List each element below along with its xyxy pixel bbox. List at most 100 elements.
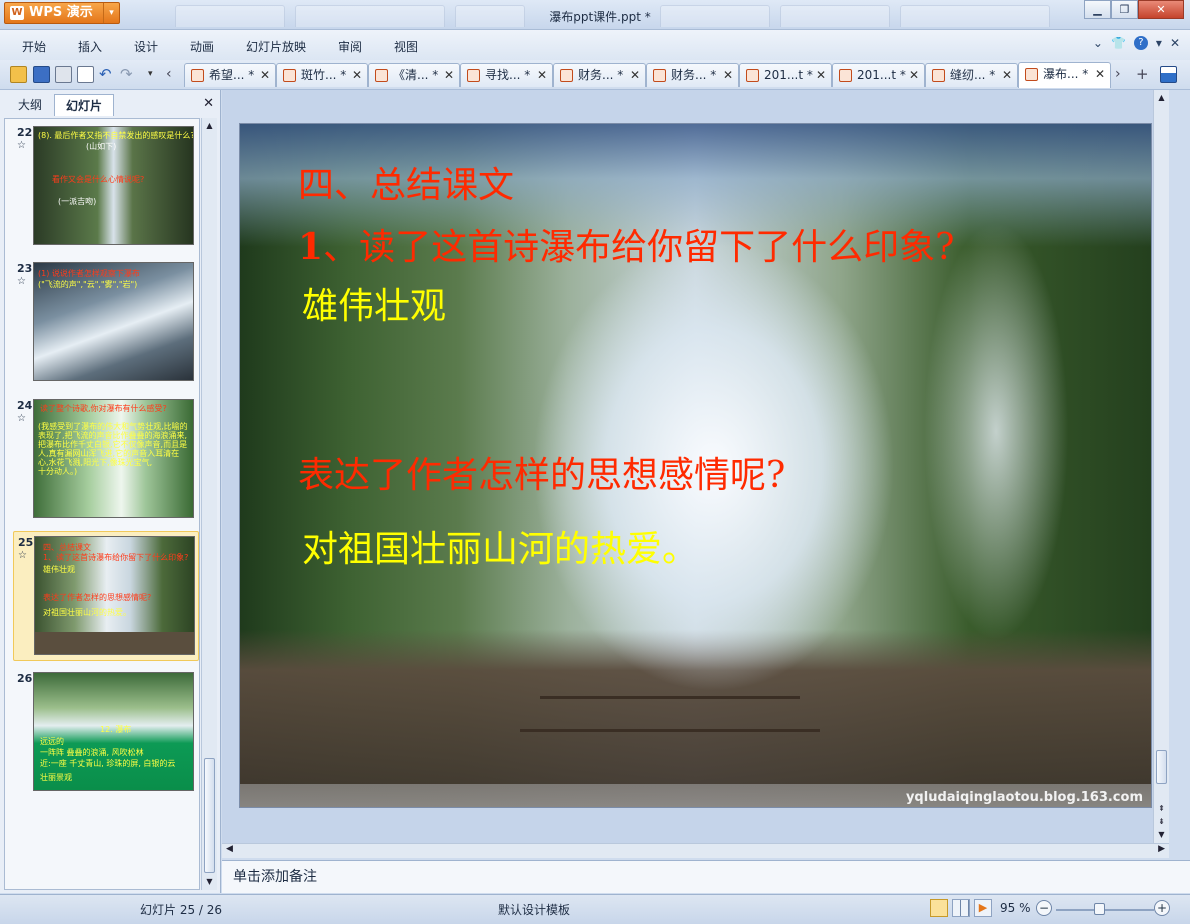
tab-scroll-right-icon[interactable]: › (1115, 66, 1132, 83)
doc-tab[interactable]: 201...t * ✕ (832, 63, 925, 87)
new-tab-icon[interactable]: + (1136, 66, 1153, 83)
doc-tab-active[interactable]: 瀑布... * ✕ (1018, 62, 1111, 88)
image-watermark: yqludaiqinglaotou.blog.163.com (905, 790, 1143, 805)
slide-scrollbar[interactable]: ▲ ⇞ ⇟ ▼ (1153, 90, 1169, 843)
slideshow-play-button[interactable]: ▶ (974, 899, 992, 917)
wps-logo-icon: W (10, 6, 24, 20)
open-folder-icon[interactable] (10, 66, 27, 83)
close-doc-icon[interactable]: ✕ (1170, 36, 1180, 50)
chevron-down-icon[interactable]: ▾ (1156, 36, 1162, 50)
ppt-file-icon (560, 69, 573, 82)
normal-view-button[interactable] (930, 899, 948, 917)
slide-heading: 四、总结课文 (298, 165, 515, 206)
background-taskbar-tab (295, 5, 445, 27)
redo-icon[interactable]: ↷ (120, 66, 137, 83)
close-panel-icon[interactable]: ✕ (203, 96, 214, 111)
skin-shirt-icon[interactable]: 👕 (1111, 36, 1126, 50)
close-tab-icon[interactable]: ✕ (444, 64, 454, 86)
scroll-left-icon[interactable]: ◀ (226, 844, 233, 854)
doc-tab[interactable]: 希望... * ✕ (184, 63, 276, 87)
close-window-button[interactable]: ✕ (1138, 0, 1184, 19)
customize-toolbar-icon[interactable]: ▾ (148, 66, 165, 83)
save-icon[interactable] (33, 66, 50, 83)
help-icon[interactable]: ? (1133, 36, 1148, 50)
thumbnail-scroll-thumb[interactable] (204, 758, 215, 873)
minimize-button[interactable]: ▁ (1084, 0, 1111, 19)
chevron-down-icon[interactable]: ⌄ (1093, 36, 1103, 50)
scroll-right-icon[interactable]: ▶ (1158, 844, 1165, 854)
platform-image-detail (35, 632, 194, 654)
next-slide-icon[interactable]: ⇟ (1156, 816, 1167, 828)
chevron-down-icon[interactable]: ▾ (103, 3, 119, 23)
menu-review[interactable]: 审阅 (338, 38, 362, 55)
doc-tab[interactable]: 201...t * ✕ (739, 63, 832, 87)
tab-list-icon[interactable] (1160, 66, 1177, 83)
zoom-level: 95 % (1000, 901, 1031, 915)
slide-scroll-thumb[interactable] (1156, 750, 1167, 784)
menu-design[interactable]: 设计 (134, 38, 158, 55)
ppt-file-icon (746, 69, 759, 82)
ppt-file-icon (1025, 68, 1038, 81)
tab-outline[interactable]: 大纲 (8, 94, 52, 116)
print-preview-icon[interactable] (77, 66, 94, 83)
tab-slides[interactable]: 幻灯片 (54, 94, 114, 116)
title-bar: W WPS 演示 ▾ 瀑布ppt课件.ppt * ▁ ❐ ✕ (0, 0, 1190, 30)
menu-home[interactable]: 开始 (22, 38, 46, 55)
print-icon[interactable] (55, 66, 72, 83)
scroll-up-icon[interactable]: ▲ (1156, 92, 1167, 104)
zoom-out-button[interactable]: − (1036, 900, 1052, 916)
scroll-down-icon[interactable]: ▼ (1156, 829, 1167, 841)
close-tab-icon[interactable]: ✕ (352, 64, 362, 86)
doc-tab[interactable]: 财务... * ✕ (646, 63, 739, 87)
menu-slideshow[interactable]: 幻灯片放映 (246, 38, 306, 55)
menu-insert[interactable]: 插入 (78, 38, 102, 55)
wps-app-menu-button[interactable]: W WPS 演示 ▾ (4, 2, 120, 24)
undo-icon[interactable]: ↶ (99, 66, 116, 83)
menu-animation[interactable]: 动画 (190, 38, 214, 55)
slide-thumbnail-25-selected[interactable]: 25 ☆ 四、总结课文 1、读了这首诗瀑布给你留下了什么印象? 雄伟壮观 表达了… (13, 531, 199, 661)
scroll-up-icon[interactable]: ▲ (204, 120, 215, 132)
tab-scroll-left-icon[interactable]: ‹ (166, 66, 183, 83)
previous-slide-icon[interactable]: ⇞ (1156, 803, 1167, 815)
slide-thumbnail-26[interactable]: 26 12. 瀑布 远远的 一阵阵 叠叠的浪涌, 风吹松林 近:一座 千丈青山,… (13, 668, 199, 798)
menu-right-tools: ⌄ 👕 ? ▾ ✕ (1093, 36, 1180, 50)
close-tab-icon[interactable]: ✕ (537, 64, 547, 86)
menu-bar: 开始 插入 设计 动画 幻灯片放映 审阅 视图 ⌄ 👕 ? ▾ ✕ (0, 30, 1190, 60)
slide-thumbnail-23[interactable]: 23 ☆ (1) 说说作者怎样观察下瀑布 ("飞流的声","云","雾","岩"… (13, 258, 199, 388)
animation-star-icon: ☆ (17, 276, 26, 287)
close-tab-icon[interactable]: ✕ (1095, 63, 1105, 85)
notes-pane[interactable]: 单击添加备注 (222, 860, 1190, 893)
background-taskbar-tab (780, 5, 890, 27)
zoom-in-button[interactable]: + (1154, 900, 1170, 916)
doc-tab[interactable]: 财务... * ✕ (553, 63, 646, 87)
zoom-slider-handle[interactable] (1094, 903, 1105, 915)
boardwalk-railing (520, 729, 820, 732)
doc-tab[interactable]: 缝纫... * ✕ (925, 63, 1018, 87)
close-tab-icon[interactable]: ✕ (260, 64, 270, 86)
animation-star-icon: ☆ (17, 140, 26, 151)
zoom-slider-track[interactable] (1056, 909, 1154, 911)
window-controls: ▁ ❐ ✕ (1084, 0, 1184, 20)
doc-tab[interactable]: 斑竹... * ✕ (276, 63, 368, 87)
restore-button[interactable]: ❐ (1111, 0, 1138, 19)
animation-star-icon: ☆ (18, 550, 27, 561)
background-taskbar-tab (175, 5, 285, 27)
close-tab-icon[interactable]: ✕ (723, 64, 733, 86)
design-template-name[interactable]: 默认设计模板 (498, 901, 570, 918)
background-taskbar-tab (455, 5, 525, 27)
slide-thumbnail-22[interactable]: 22 ☆ (8). 最后作者又指不自禁发出的感叹是什么? (山如下) 看作又会是… (13, 122, 199, 252)
slide-thumbnail-24[interactable]: 24 ☆ 读了整个诗歌,你对瀑布有什么感受? (我感受到了瀑布的伟大和气势壮观,… (13, 395, 199, 525)
menu-view[interactable]: 视图 (394, 38, 418, 55)
current-slide[interactable]: 四、总结课文 1、读了这首诗瀑布给你留下了什么印象? 雄伟壮观 表达了作者怎样的… (239, 123, 1152, 808)
doc-tab[interactable]: 《清... * ✕ (368, 63, 460, 87)
doc-tab[interactable]: 寻找... * ✕ (460, 63, 553, 87)
scroll-down-icon[interactable]: ▼ (204, 876, 215, 888)
slide-sorter-button[interactable] (952, 899, 970, 917)
close-tab-icon[interactable]: ✕ (1002, 64, 1012, 86)
close-tab-icon[interactable]: ✕ (816, 64, 826, 86)
horizontal-scrollbar[interactable]: ◀ ▶ (222, 843, 1169, 858)
slide-question-2: 表达了作者怎样的思想感情呢? (298, 455, 786, 496)
close-tab-icon[interactable]: ✕ (909, 64, 919, 86)
close-tab-icon[interactable]: ✕ (630, 64, 640, 86)
thumbnail-scrollbar[interactable]: ▲ ▼ (201, 118, 217, 890)
